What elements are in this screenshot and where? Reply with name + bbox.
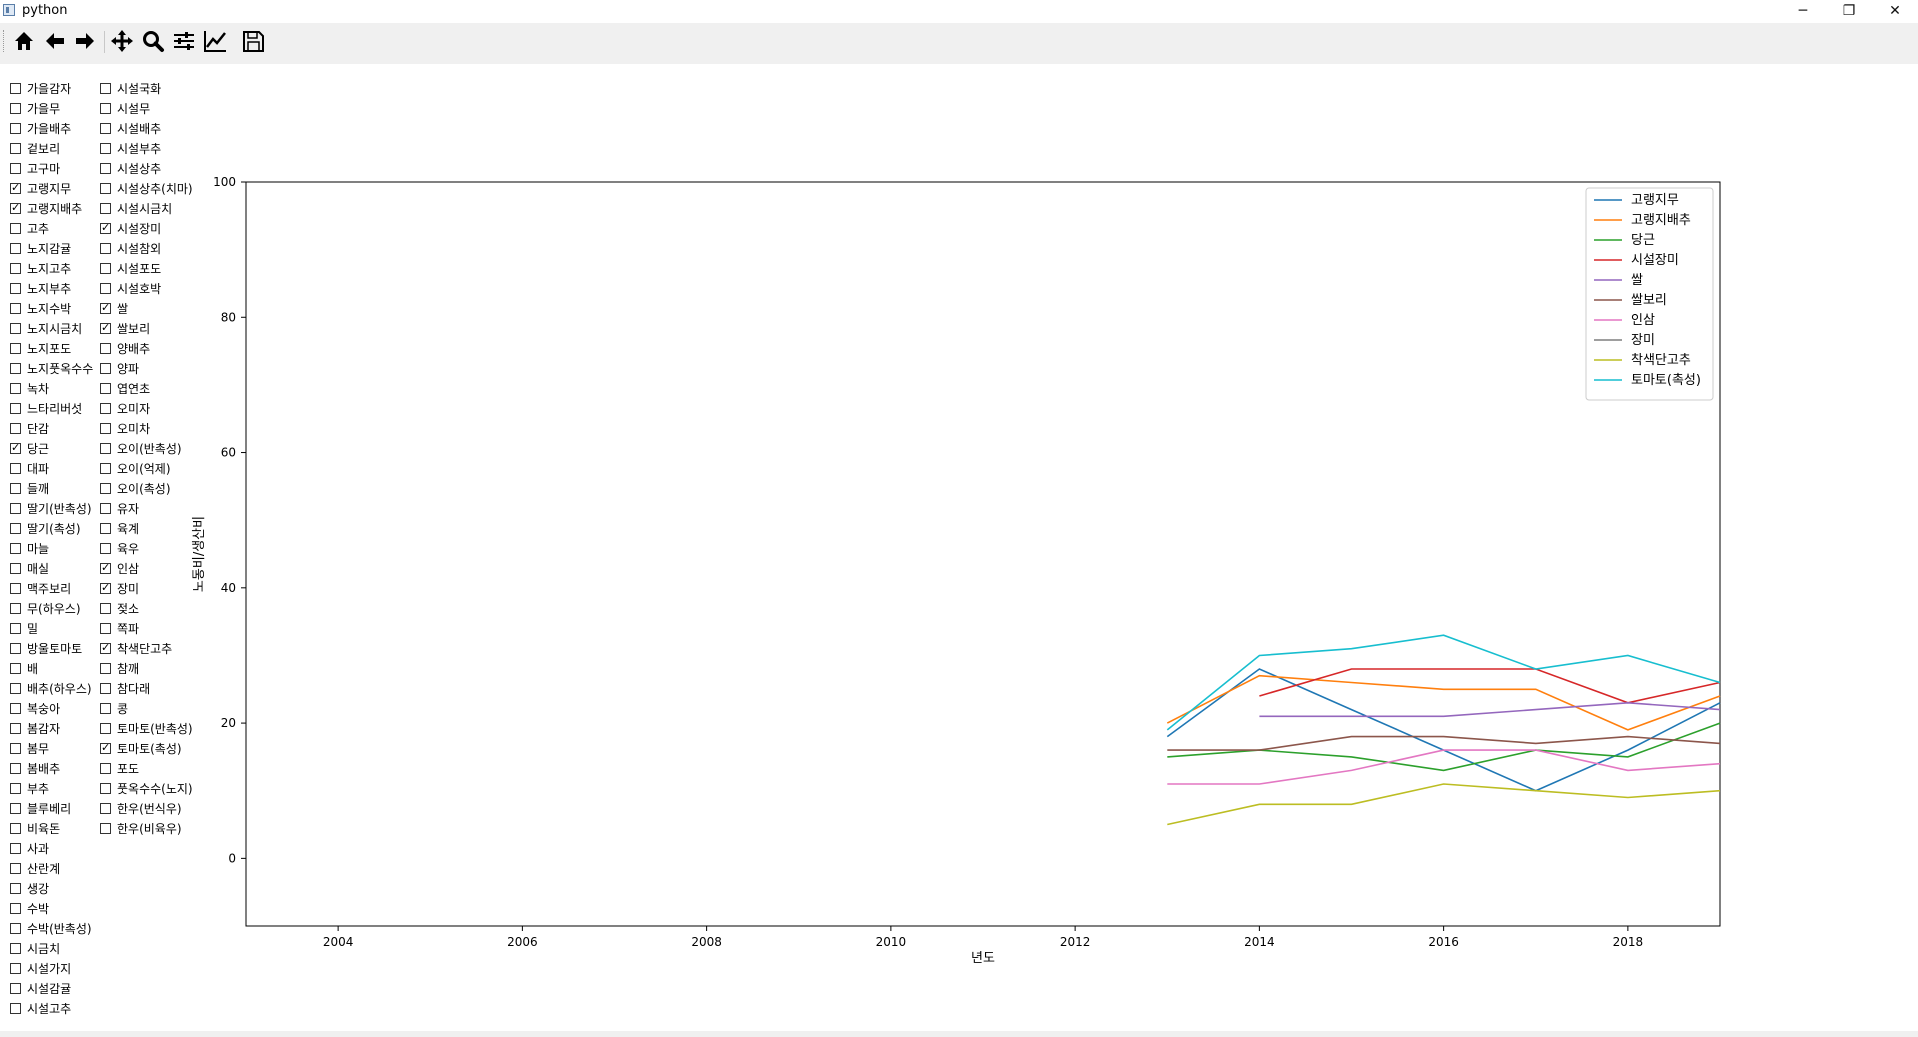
arrow-right-icon: [76, 33, 94, 49]
arrow-left-icon: [46, 33, 64, 49]
x-tick-label: 2016: [1428, 935, 1459, 949]
zoom-button[interactable]: [139, 27, 167, 55]
window-title: python: [22, 3, 68, 18]
x-axis-ticks: 2004 2006 2008 2010 2012 2014 2016 2018: [323, 926, 1643, 949]
x-axis-label: 년도: [971, 951, 995, 966]
y-tick-label: 20: [221, 716, 236, 730]
minimize-button[interactable]: ─: [1780, 0, 1826, 22]
pan-button[interactable]: [108, 27, 136, 55]
y-tick-label: 100: [213, 175, 236, 189]
close-button[interactable]: ✕: [1872, 0, 1918, 22]
edit-axis-button[interactable]: [201, 27, 229, 55]
legend-label: 고랭지무: [1631, 193, 1679, 208]
figure-canvas: 가을감자가을무가을배추겉보리고구마고랭지무고랭지배추고추노지감귤노지고추노지부추…: [0, 64, 1918, 1031]
line-chart-icon: [204, 31, 226, 52]
move-icon: [111, 30, 133, 52]
legend-label: 인삼: [1631, 313, 1655, 328]
y-tick-label: 40: [221, 581, 236, 595]
x-tick-label: 2018: [1613, 935, 1644, 949]
legend-label: 장미: [1631, 333, 1655, 348]
restore-button[interactable]: ❐: [1826, 0, 1872, 22]
x-tick-label: 2004: [323, 935, 354, 949]
chart-legend: 고랭지무고랭지배추당근시설장미쌀쌀보리인삼장미착색단고추토마토(촉성): [1585, 187, 1714, 401]
legend-label: 착색단고추: [1631, 353, 1691, 368]
toolbar-grip: [3, 30, 7, 52]
home-icon: [15, 32, 33, 50]
y-tick-label: 0: [228, 851, 236, 865]
y-tick-label: 60: [221, 446, 236, 460]
y-tick-label: 80: [221, 310, 236, 324]
legend-label: 당근: [1631, 233, 1655, 248]
plot-area-frame: [245, 181, 1721, 927]
x-tick-label: 2010: [876, 935, 907, 949]
configure-subplots-button[interactable]: [170, 27, 198, 55]
legend-label: 시설장미: [1631, 253, 1679, 268]
x-tick-label: 2008: [691, 935, 722, 949]
toolbar-separator: [104, 31, 105, 53]
line-chart[interactable]: 2004 2006 2008 2010 2012 2014 2016 2018 0 20 40 60…: [0, 64, 1918, 1031]
floppy-disk-icon: [243, 31, 264, 52]
legend-label: 고랭지배추: [1631, 213, 1691, 228]
x-tick-label: 2014: [1244, 935, 1275, 949]
app-icon: [3, 4, 15, 16]
magnifier-icon: [143, 31, 164, 52]
x-tick-label: 2012: [1060, 935, 1091, 949]
forward-button[interactable]: [71, 27, 99, 55]
legend-label: 쌀: [1631, 273, 1643, 288]
navigation-toolbar: [0, 23, 1918, 58]
y-axis-label: 노동비/생산비: [192, 516, 207, 592]
window-titlebar: python ─ ❐ ✕: [0, 0, 1918, 23]
y-axis-ticks: 0 20 40 60 80 100: [213, 175, 246, 865]
back-button[interactable]: [41, 27, 69, 55]
x-tick-label: 2006: [507, 935, 538, 949]
save-button[interactable]: [239, 27, 267, 55]
sliders-icon: [174, 32, 194, 50]
legend-label: 토마토(촉성): [1631, 373, 1701, 388]
legend-label: 쌀보리: [1631, 293, 1667, 308]
home-button[interactable]: [10, 27, 38, 55]
